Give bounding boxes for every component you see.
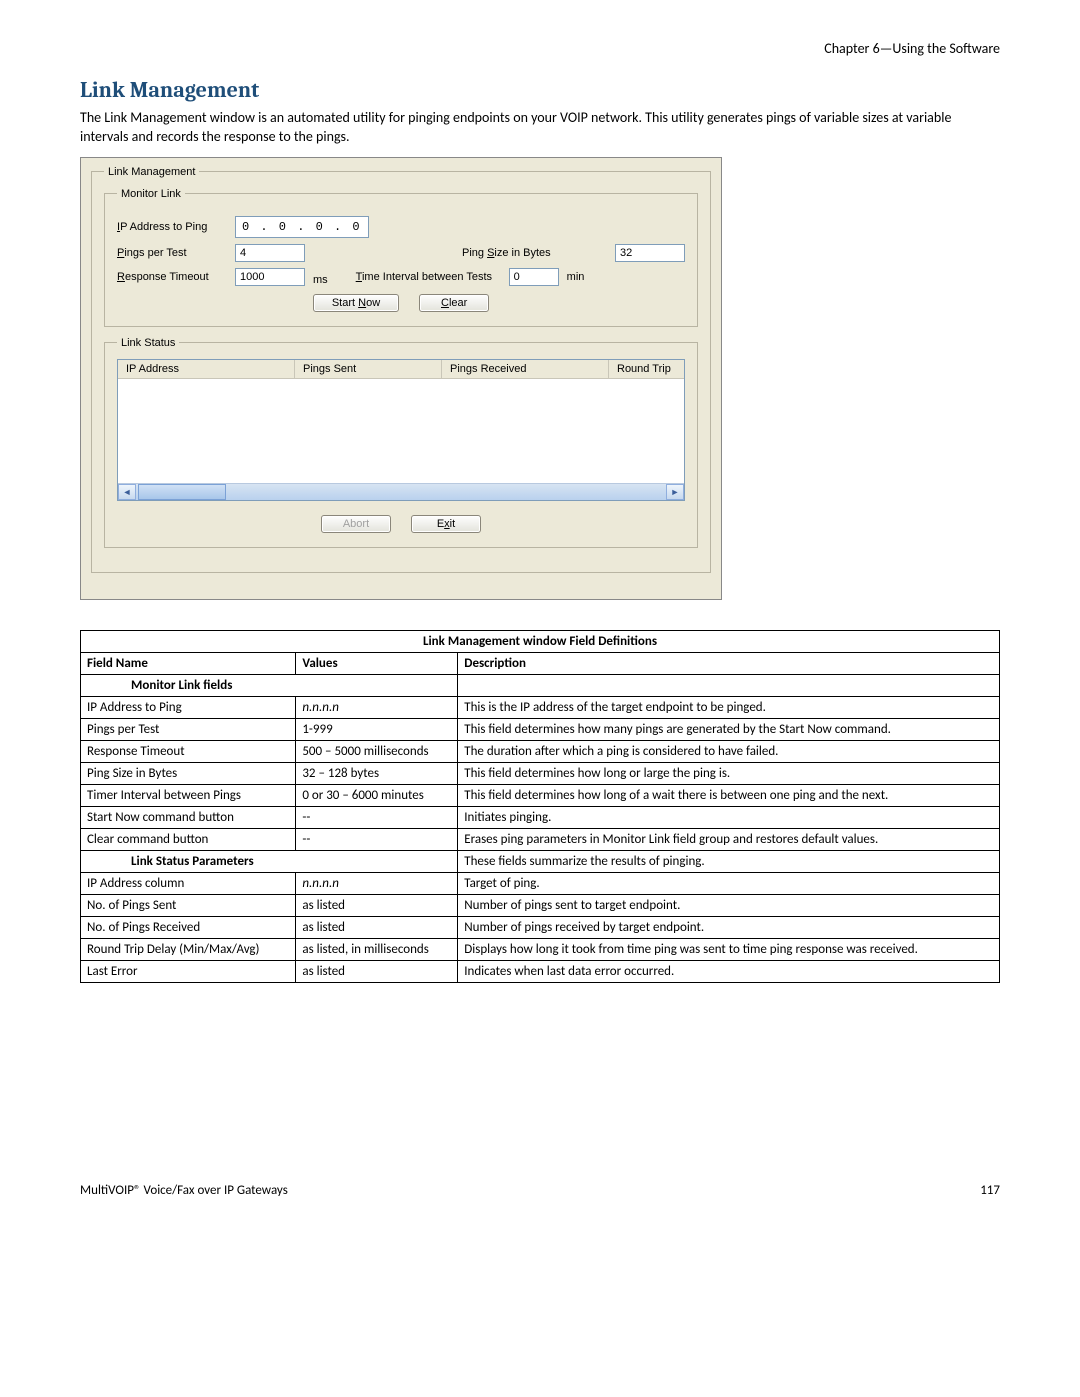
th-description: Description [458, 652, 1000, 674]
field-definitions-table: Link Management window Field Definitions… [80, 630, 1000, 983]
min-unit: min [567, 271, 585, 283]
ms-unit: ms [313, 274, 328, 286]
response-timeout-field[interactable] [235, 268, 305, 286]
sub-link-status-desc: These fields summarize the results of pi… [458, 850, 1000, 872]
table-row: No. of Pings Sentas listedNumber of ping… [81, 894, 1000, 916]
ip-address-field[interactable]: 0 . 0 . 0 . 0 [235, 216, 369, 238]
page-footer: MultiVOIP® Voice/Fax over IP Gateways 11… [80, 1183, 1000, 1198]
th-field-name: Field Name [81, 652, 296, 674]
table-caption: Link Management window Field Definitions [81, 630, 1000, 652]
time-interval-field[interactable] [509, 268, 559, 286]
sub-monitor-link: Monitor Link fields [81, 674, 458, 696]
col-pings-received[interactable]: Pings Received [442, 360, 609, 378]
label-ip: IP Address to Ping [117, 221, 227, 233]
group-link-status: Link Status IP Address Pings Sent Pings … [104, 337, 698, 548]
list-body [118, 379, 684, 483]
horizontal-scrollbar[interactable]: ◄ ► [118, 483, 684, 500]
table-row: Clear command button--Erases ping parame… [81, 828, 1000, 850]
list-header: IP Address Pings Sent Pings Received Rou… [118, 360, 684, 379]
link-management-dialog: Link Management Monitor Link IP Address … [80, 157, 722, 600]
scroll-left-icon[interactable]: ◄ [118, 484, 136, 500]
legend-link-management: Link Management [104, 166, 199, 178]
group-monitor-link: Monitor Link IP Address to Ping 0 . 0 . … [104, 188, 698, 327]
table-row: Timer Interval between Pings0 or 30 – 60… [81, 784, 1000, 806]
legend-link-status: Link Status [117, 337, 179, 349]
sub-link-status: Link Status Parameters [81, 850, 458, 872]
col-ip[interactable]: IP Address [118, 360, 295, 378]
col-pings-sent[interactable]: Pings Sent [295, 360, 442, 378]
label-time-interval: Time Interval between Tests [356, 271, 501, 283]
th-values: Values [296, 652, 458, 674]
footer-left: MultiVOIP® Voice/Fax over IP Gateways [80, 1183, 288, 1198]
table-row: Pings per Test1-999This field determines… [81, 718, 1000, 740]
footer-page-number: 117 [980, 1183, 1000, 1198]
start-now-button[interactable]: Start Now [313, 294, 399, 312]
table-row: No. of Pings Receivedas listedNumber of … [81, 916, 1000, 938]
table-row: Response Timeout500 – 5000 millisecondsT… [81, 740, 1000, 762]
pings-per-test-field[interactable] [235, 244, 305, 262]
table-row: Round Trip Delay (Min/Max/Avg)as listed,… [81, 938, 1000, 960]
table-row: Last Erroras listedIndicates when last d… [81, 960, 1000, 982]
exit-button[interactable]: Exit [411, 515, 481, 533]
col-round-trip[interactable]: Round Trip [609, 360, 684, 378]
intro-text: The Link Management window is an automat… [80, 109, 1000, 147]
abort-button: Abort [321, 515, 391, 533]
label-pings-per-test: Pings per Test [117, 247, 227, 259]
page-heading: Link Management [80, 77, 1000, 103]
table-row: IP Address columnn.n.n.nTarget of ping. [81, 872, 1000, 894]
clear-button[interactable]: Clear [419, 294, 489, 312]
ping-size-field[interactable] [615, 244, 685, 262]
table-row: Ping Size in Bytes32 – 128 bytesThis fie… [81, 762, 1000, 784]
table-row: Start Now command button--Initiates ping… [81, 806, 1000, 828]
label-ping-size: Ping Size in Bytes [462, 247, 607, 259]
scroll-thumb[interactable] [138, 484, 226, 500]
chapter-line: Chapter 6—Using the Software [80, 40, 1000, 57]
scroll-right-icon[interactable]: ► [666, 484, 684, 500]
legend-monitor-link: Monitor Link [117, 188, 185, 200]
group-link-management: Link Management Monitor Link IP Address … [91, 166, 711, 573]
table-row: IP Address to Pingn.n.n.nThis is the IP … [81, 696, 1000, 718]
label-response-timeout: Response Timeout [117, 271, 227, 283]
link-status-list[interactable]: IP Address Pings Sent Pings Received Rou… [117, 359, 685, 501]
